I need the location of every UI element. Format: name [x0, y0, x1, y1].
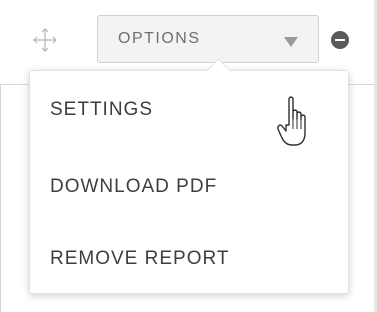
panel-border-left [0, 84, 1, 312]
hand-pointer-icon [276, 95, 316, 151]
caret-down-icon [284, 37, 298, 47]
menu-item-download-pdf[interactable]: DOWNLOAD PDF [50, 176, 217, 198]
menu-item-remove-report[interactable]: REMOVE REPORT [50, 248, 229, 270]
report-widget: OPTIONS SETTINGS DOWNLOAD PDF REMOVE REP… [0, 0, 377, 312]
remove-widget-icon[interactable] [331, 31, 349, 49]
options-dropdown[interactable]: OPTIONS [97, 15, 319, 63]
menu-item-settings[interactable]: SETTINGS [50, 99, 153, 121]
options-label: OPTIONS [118, 30, 201, 47]
move-icon[interactable] [32, 27, 58, 53]
